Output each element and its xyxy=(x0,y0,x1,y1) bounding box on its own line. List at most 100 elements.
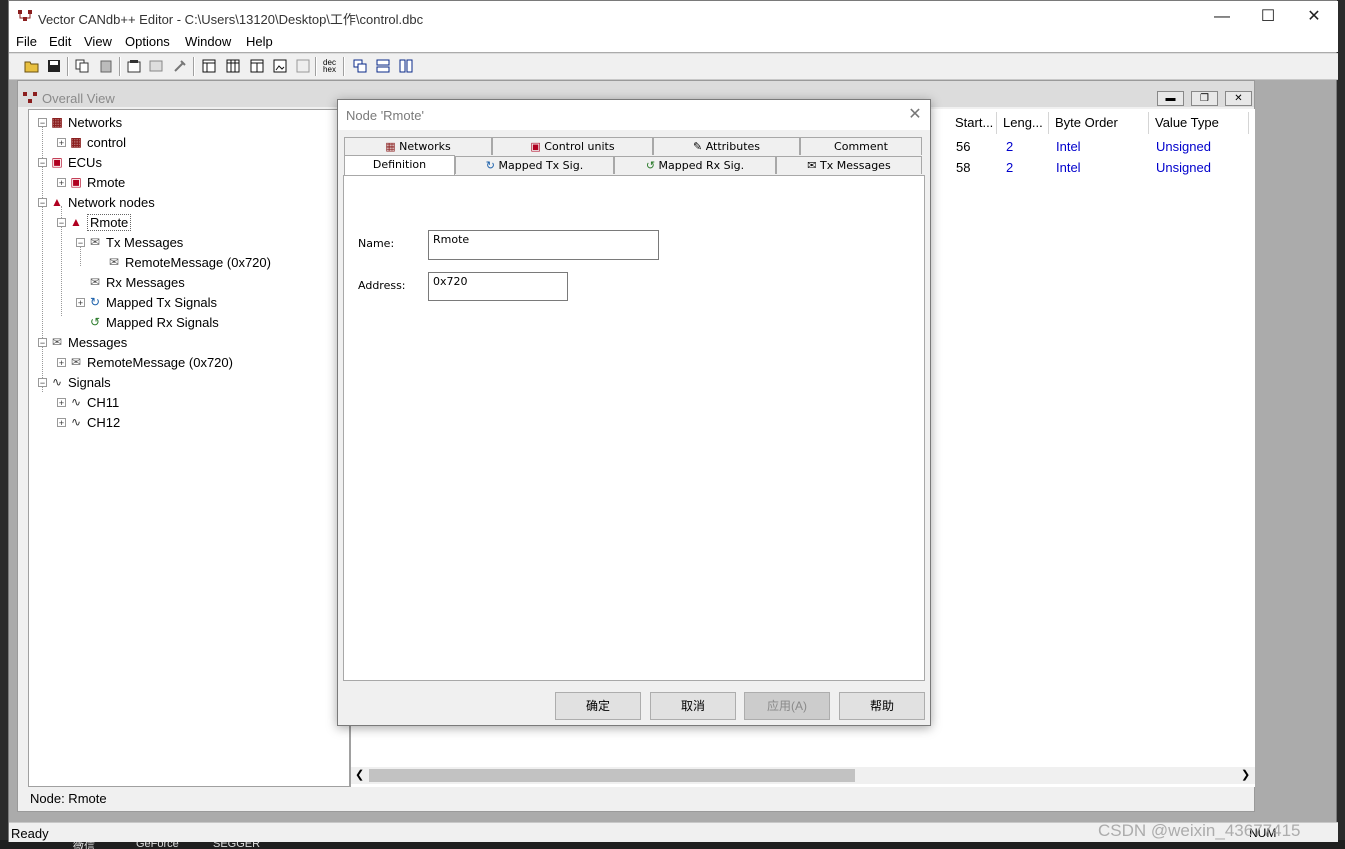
tree-node-rmote-selected[interactable]: ▲ Rmote xyxy=(68,213,132,231)
view-split-icon[interactable] xyxy=(248,58,265,74)
cancel-button[interactable]: 取消 xyxy=(650,692,736,720)
tree-node-tx-remote-message[interactable]: ✉ RemoteMessage (0x720) xyxy=(106,253,271,271)
table-cell[interactable]: 2 xyxy=(1006,160,1013,175)
list-icon[interactable] xyxy=(147,58,164,74)
signal-wave-icon: ∿ xyxy=(70,415,82,429)
tree-node-signals[interactable]: ∿ Signals xyxy=(49,373,111,391)
tree-node-rx-messages[interactable]: ✉ Rx Messages xyxy=(87,273,185,291)
ok-button[interactable]: 确定 xyxy=(555,692,641,720)
view-table-icon[interactable] xyxy=(200,58,217,74)
expand-toggle[interactable]: + xyxy=(57,138,66,148)
menu-options[interactable]: Options xyxy=(125,34,170,49)
view-columns-icon[interactable] xyxy=(224,58,241,74)
network-icon: ▦ xyxy=(51,115,63,129)
tab-definition[interactable]: Definition xyxy=(344,155,455,176)
dialog-close-button[interactable]: ✕ xyxy=(904,104,926,124)
tree-node-mapped-tx[interactable]: ↻ Mapped Tx Signals xyxy=(87,293,217,311)
col-header-value-type[interactable]: Value Type xyxy=(1149,112,1249,134)
table-cell[interactable]: Intel xyxy=(1056,160,1081,175)
cascade-icon[interactable] xyxy=(351,58,368,74)
child-minimize-button[interactable]: ▬ xyxy=(1157,91,1184,106)
tree-node-messages[interactable]: ✉ Messages xyxy=(49,333,127,351)
expand-toggle[interactable]: − xyxy=(57,218,66,228)
tile-vertical-icon[interactable] xyxy=(397,58,414,74)
properties-icon[interactable] xyxy=(125,58,142,74)
desktop-right-strip xyxy=(1337,0,1345,849)
col-header-length[interactable]: Leng... xyxy=(997,112,1049,134)
view-disabled-icon[interactable] xyxy=(294,58,311,74)
child-close-button[interactable]: ✕ xyxy=(1225,91,1252,106)
node-dialog: Node 'Rmote' ✕ ▦ Networks ▣ Control unit… xyxy=(337,99,931,726)
scroll-left-icon[interactable]: ❮ xyxy=(355,768,364,781)
tree-node-tx-messages[interactable]: ✉ Tx Messages xyxy=(87,233,183,251)
network-icon: ▦ xyxy=(385,140,400,153)
save-icon[interactable] xyxy=(45,58,62,74)
tree-node-control[interactable]: ▦ control xyxy=(68,133,126,151)
expand-toggle[interactable]: + xyxy=(57,418,66,428)
copy-icon[interactable] xyxy=(73,58,90,74)
scroll-right-icon[interactable]: ❯ xyxy=(1241,768,1250,781)
menu-help[interactable]: Help xyxy=(246,34,273,49)
child-restore-button[interactable]: ❐ xyxy=(1191,91,1218,106)
tree-node-mapped-rx[interactable]: ↺ Mapped Rx Signals xyxy=(87,313,219,331)
menu-view[interactable]: View xyxy=(84,34,112,49)
dec-hex-icon[interactable]: dec hex xyxy=(321,58,338,74)
tab-attributes[interactable]: ✎ Attributes xyxy=(653,137,800,155)
tree-node-remote-message[interactable]: ✉ RemoteMessage (0x720) xyxy=(68,353,233,371)
horizontal-scrollbar[interactable]: ❮ ❯ xyxy=(351,767,1255,784)
table-cell[interactable]: 2 xyxy=(1006,139,1013,154)
tree-node-ecu-rmote[interactable]: ▣ Rmote xyxy=(68,173,125,191)
tab-mapped-tx-sig[interactable]: ↻ Mapped Tx Sig. xyxy=(455,156,614,174)
tab-networks[interactable]: ▦ Networks xyxy=(344,137,492,155)
overall-view-title: Overall View xyxy=(42,91,115,106)
col-header-start[interactable]: Start... xyxy=(949,112,997,134)
tree-node-ch12[interactable]: ∿ CH12 xyxy=(68,413,120,431)
expand-toggle[interactable]: + xyxy=(76,298,85,308)
minimize-button[interactable]: — xyxy=(1199,1,1245,32)
expand-toggle[interactable]: + xyxy=(57,358,66,368)
table-cell[interactable]: Unsigned xyxy=(1156,139,1211,154)
tile-horizontal-icon[interactable] xyxy=(374,58,391,74)
tree-node-ecus[interactable]: ▣ ECUs xyxy=(49,153,102,171)
table-cell[interactable]: 56 xyxy=(956,139,970,154)
close-button[interactable]: ✕ xyxy=(1291,1,1337,32)
envelope-icon: ✉ xyxy=(51,335,63,349)
expand-toggle[interactable]: − xyxy=(38,338,47,348)
node-icon: ▲ xyxy=(70,215,82,229)
envelope-icon: ✉ xyxy=(70,355,82,369)
tab-mapped-rx-sig[interactable]: ↺ Mapped Rx Sig. xyxy=(614,156,776,174)
address-field[interactable]: 0x720 xyxy=(428,272,568,301)
tree-node-network-nodes[interactable]: ▲ Network nodes xyxy=(49,193,155,211)
table-cell[interactable]: Unsigned xyxy=(1156,160,1211,175)
tools-icon[interactable] xyxy=(171,58,188,74)
app-icon xyxy=(17,9,33,23)
name-field[interactable]: Rmote xyxy=(428,230,659,260)
menu-window[interactable]: Window xyxy=(185,34,231,49)
help-button[interactable]: 帮助 xyxy=(839,692,925,720)
table-cell[interactable]: Intel xyxy=(1056,139,1081,154)
expand-toggle[interactable]: + xyxy=(57,398,66,408)
expand-toggle[interactable]: − xyxy=(76,238,85,248)
tab-control-units[interactable]: ▣ Control units xyxy=(492,137,653,155)
paste-icon[interactable] xyxy=(97,58,114,74)
col-header-byte-order[interactable]: Byte Order xyxy=(1049,112,1149,134)
network-icon: ▦ xyxy=(70,135,82,149)
tree-node-ch11[interactable]: ∿ CH11 xyxy=(68,393,119,411)
tree-node-networks[interactable]: ▦ Networks xyxy=(49,113,122,131)
apply-button[interactable]: 应用(A) xyxy=(744,692,830,720)
open-folder-icon[interactable] xyxy=(23,58,40,74)
tree-view[interactable]: − ▦ Networks + ▦ control − ▣ ECUs + ▣ Rmote … xyxy=(28,109,350,787)
expand-toggle[interactable]: − xyxy=(38,158,47,168)
maximize-button[interactable]: ☐ xyxy=(1245,1,1291,32)
view-image-icon[interactable] xyxy=(271,58,288,74)
table-cell[interactable]: 58 xyxy=(956,160,970,175)
menu-edit[interactable]: Edit xyxy=(49,34,71,49)
tab-tx-messages[interactable]: ✉ Tx Messages xyxy=(776,156,922,174)
expand-toggle[interactable]: − xyxy=(38,378,47,388)
expand-toggle[interactable]: + xyxy=(57,178,66,188)
expand-toggle[interactable]: − xyxy=(38,198,47,208)
expand-toggle[interactable]: − xyxy=(38,118,47,128)
menu-file[interactable]: File xyxy=(16,34,37,49)
scrollbar-thumb[interactable] xyxy=(369,769,855,782)
tab-comment[interactable]: Comment xyxy=(800,137,922,155)
